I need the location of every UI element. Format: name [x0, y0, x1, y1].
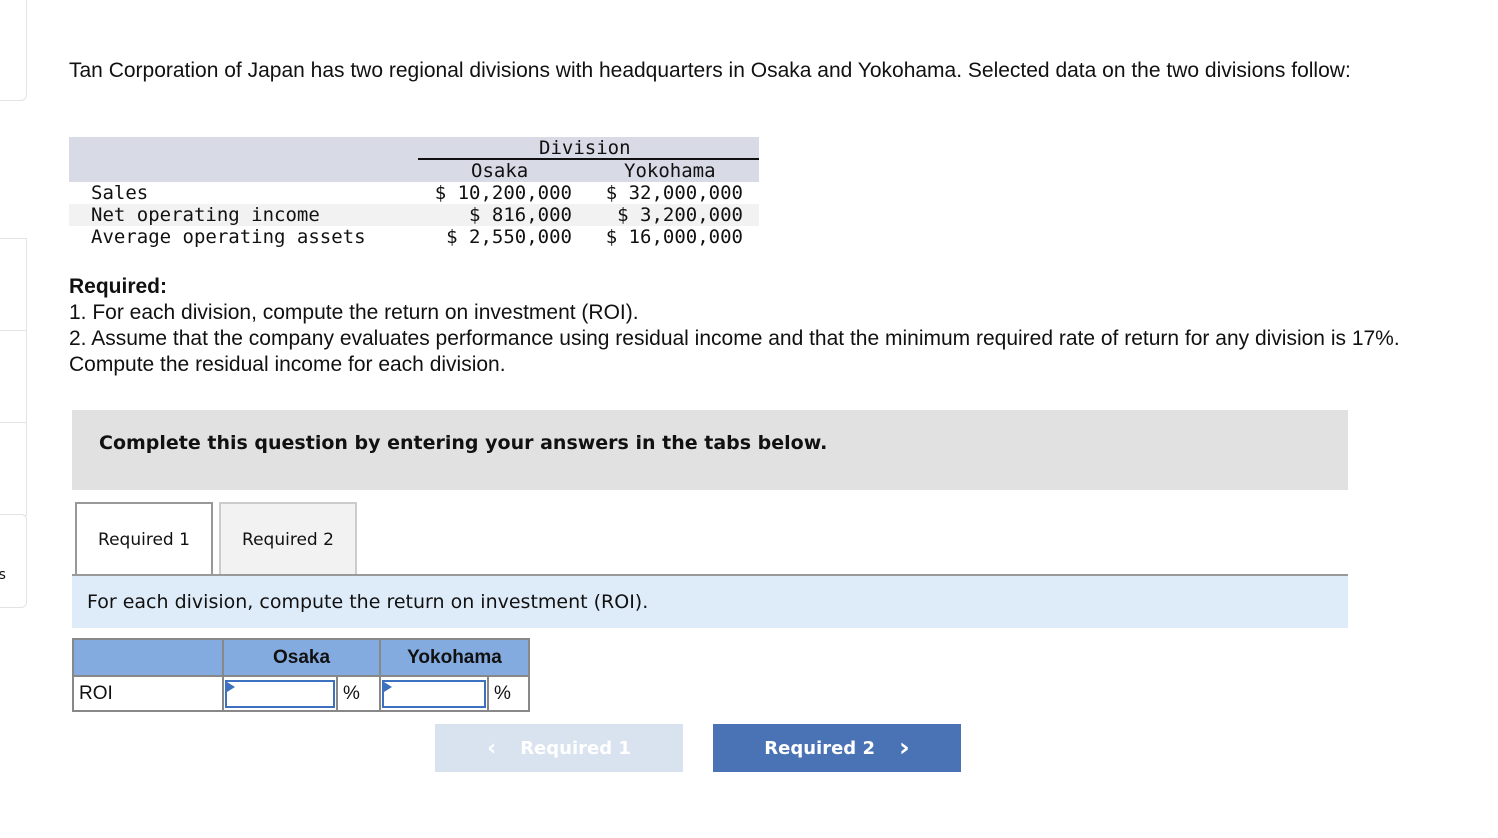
sidebar-card[interactable] [0, 0, 27, 101]
division-header: Division [539, 137, 631, 159]
blank-header [72, 638, 224, 677]
next-label: Required 2 [764, 737, 875, 759]
instruction-text: For each division, compute the return on… [87, 591, 649, 613]
table-row: Net operating income $ 816,000 $ 3,200,0… [69, 204, 759, 226]
sidebar-card[interactable] [0, 238, 27, 332]
row-label: Average operating assets [91, 226, 366, 248]
col-osaka: Osaka [471, 160, 529, 182]
yokohama-value: $ 16,000,000 [605, 226, 743, 248]
roi-label: ROI [72, 675, 224, 712]
yokohama-roi-input[interactable] [384, 681, 488, 708]
required-heading: Required: [69, 275, 168, 298]
required-section: Required: 1. For each division, compute … [69, 274, 1449, 378]
chevron-right-icon: › [898, 733, 910, 763]
osaka-header: Osaka [222, 638, 381, 677]
percent-unit: % [336, 675, 381, 712]
yokohama-header: Yokohama [379, 638, 530, 677]
problem-intro: Tan Corporation of Japan has two regiona… [69, 59, 1351, 82]
prev-required-1-button[interactable]: ‹ Required 1 [435, 724, 683, 772]
banner-text: Complete this question by entering your … [99, 432, 828, 454]
yokohama-value: $ 3,200,000 [617, 204, 743, 226]
chevron-left-icon: ‹ [487, 735, 497, 761]
tab-required-1[interactable]: Required 1 [75, 502, 213, 574]
required-item: 2. Assume that the company evaluates per… [69, 327, 1400, 376]
row-label: Sales [91, 182, 149, 204]
table-row: Sales $ 10,200,000 $ 32,000,000 [69, 182, 759, 204]
input-flag-icon [227, 681, 235, 692]
sidebar-text: es [0, 567, 6, 583]
tab-required-2[interactable]: Required 2 [219, 502, 357, 574]
roi-answer-table: Osaka Yokohama ROI % % [72, 638, 530, 712]
yokohama-value: $ 32,000,000 [605, 182, 743, 204]
input-flag-icon [384, 681, 392, 692]
row-label: Net operating income [91, 204, 320, 226]
col-yokohama: Yokohama [624, 160, 716, 182]
osaka-roi-input[interactable] [227, 681, 337, 708]
osaka-value: $ 816,000 [469, 204, 572, 226]
tab-instruction: For each division, compute the return on… [72, 574, 1348, 628]
prev-label: Required 1 [520, 737, 631, 759]
sidebar-card[interactable] [0, 330, 27, 424]
sidebar-card[interactable]: es [0, 514, 27, 608]
required-item: 1. For each division, compute the return… [69, 301, 639, 324]
sidebar-card[interactable] [0, 422, 27, 516]
percent-unit: % [487, 675, 530, 712]
instructions-banner: Complete this question by entering your … [72, 410, 1348, 490]
next-required-2-button[interactable]: Required 2 › [713, 724, 961, 772]
osaka-value: $ 10,200,000 [434, 182, 572, 204]
table-row: Average operating assets $ 2,550,000 $ 1… [69, 226, 759, 248]
osaka-value: $ 2,550,000 [446, 226, 572, 248]
